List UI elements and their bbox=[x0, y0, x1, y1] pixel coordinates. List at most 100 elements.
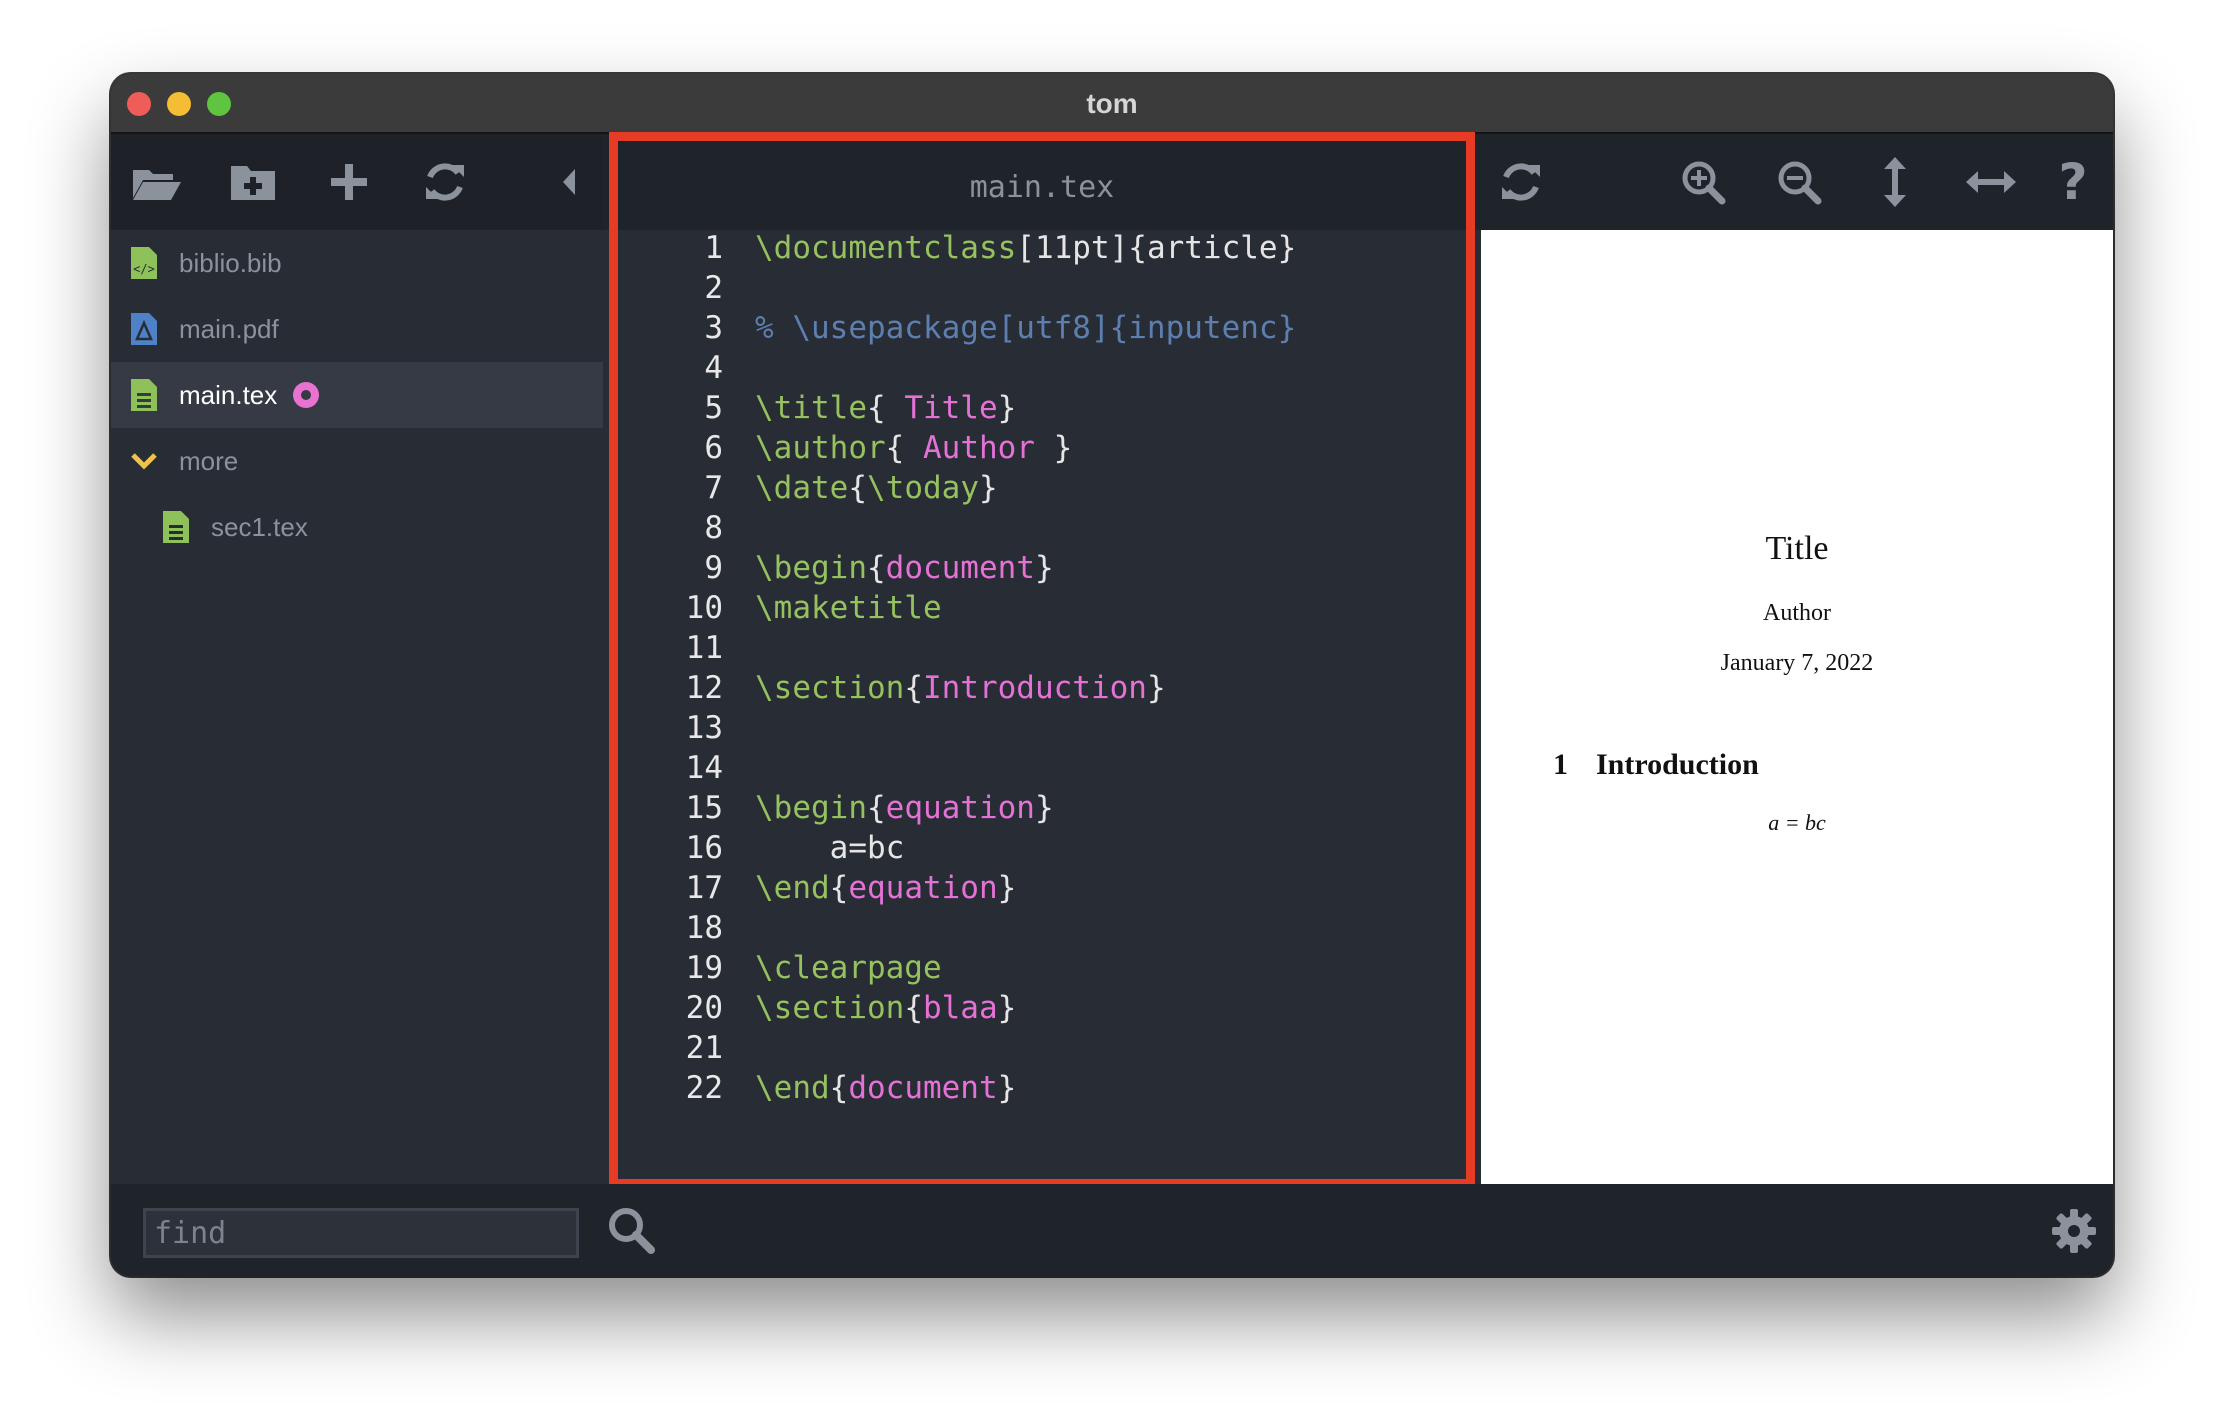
code-line[interactable]: 4 bbox=[603, 350, 1481, 390]
code-line[interactable]: 19 \clearpage bbox=[603, 950, 1481, 990]
fit-width-icon[interactable] bbox=[1965, 158, 2017, 206]
file-label: biblio.bib bbox=[179, 247, 282, 278]
code-line[interactable]: 7 \date{\today} bbox=[603, 470, 1481, 510]
pdf-file-icon bbox=[131, 313, 157, 345]
code-token: { bbox=[866, 390, 886, 426]
file-item-main-tex[interactable]: main.tex bbox=[111, 362, 603, 428]
code-token: \title bbox=[755, 390, 867, 426]
line-number: 2 bbox=[704, 270, 723, 306]
code-line[interactable]: 20 \section{blaa} bbox=[603, 990, 1481, 1030]
file-item-biblio-bib[interactable]: </> biblio.bib bbox=[111, 230, 603, 296]
collapse-arrow-icon[interactable] bbox=[543, 158, 595, 206]
code-token: \maketitle bbox=[755, 590, 942, 626]
code-token: { bbox=[866, 550, 886, 586]
code-token: { bbox=[885, 430, 905, 466]
code-token: { bbox=[848, 470, 867, 506]
file-label: main.pdf bbox=[179, 313, 279, 344]
bottom-bar bbox=[111, 1184, 2113, 1276]
pdf-title: Title bbox=[1765, 530, 1829, 567]
add-icon[interactable] bbox=[323, 158, 375, 206]
file-item-sec1-tex[interactable]: sec1.tex bbox=[111, 494, 603, 560]
code-line[interactable]: 15 \begin{equation} bbox=[603, 790, 1481, 830]
code-line[interactable]: 5 \title{ Title} bbox=[603, 390, 1481, 430]
code-line[interactable]: 16 a=bc bbox=[603, 830, 1481, 870]
code-token: } bbox=[997, 990, 1017, 1026]
refresh-preview-icon[interactable] bbox=[1495, 158, 1547, 206]
svg-text:</>: </> bbox=[133, 262, 155, 276]
help-icon[interactable]: ? bbox=[2047, 153, 2099, 211]
code-token: } bbox=[1146, 670, 1166, 706]
code-token: { bbox=[904, 990, 923, 1026]
code-token: } bbox=[997, 1070, 1017, 1106]
pdf-author: Author bbox=[1763, 600, 1831, 626]
line-number: 20 bbox=[685, 990, 723, 1026]
code-line[interactable]: 10 \maketitle bbox=[603, 590, 1481, 630]
open-folder-icon[interactable] bbox=[131, 158, 183, 206]
code-token: equation bbox=[885, 790, 1035, 826]
file-label: sec1.tex bbox=[211, 511, 308, 542]
zoom-out-icon[interactable] bbox=[1773, 158, 1825, 206]
code-line[interactable]: 18 bbox=[603, 910, 1481, 950]
code-line[interactable]: 22 \end{document} bbox=[603, 1070, 1481, 1110]
code-token: { bbox=[829, 870, 849, 906]
line-number: 5 bbox=[704, 390, 723, 426]
refresh-icon[interactable] bbox=[419, 158, 471, 206]
code-line[interactable]: 2 bbox=[603, 270, 1481, 310]
find-input[interactable] bbox=[143, 1208, 579, 1258]
tex-file-icon bbox=[163, 511, 189, 543]
chevron-down-icon bbox=[131, 453, 157, 470]
fit-height-icon[interactable] bbox=[1869, 157, 1921, 207]
file-tree: </> biblio.bib main.pdf main.tex more se… bbox=[111, 230, 603, 1184]
code-token: \section bbox=[755, 670, 905, 706]
code-token: } bbox=[997, 870, 1017, 906]
code-editor[interactable]: main.tex 1 \documentclass[11pt]{article} … bbox=[603, 134, 1481, 1184]
code-token: } bbox=[978, 470, 998, 506]
line-number: 6 bbox=[704, 430, 723, 466]
line-number: 14 bbox=[685, 750, 723, 786]
code-token: \date bbox=[755, 470, 849, 506]
code-token: { bbox=[829, 1070, 849, 1106]
code-token: } bbox=[1034, 430, 1073, 466]
app-window: tom </> biblio.bib main.pdf main.tex mor… bbox=[111, 74, 2113, 1276]
sidebar-toolbar bbox=[111, 134, 603, 230]
folder-label: more bbox=[179, 445, 239, 476]
line-number: 17 bbox=[685, 870, 723, 906]
zoom-in-icon[interactable] bbox=[1677, 158, 1729, 206]
bib-file-icon: </> bbox=[131, 247, 157, 279]
settings-gear-icon[interactable] bbox=[2051, 1208, 2097, 1259]
code-line[interactable]: 8 bbox=[603, 510, 1481, 550]
code-line[interactable]: 6 \author{ Author } bbox=[603, 430, 1481, 470]
code-line[interactable]: 13 bbox=[603, 710, 1481, 750]
code-line[interactable]: 9 \begin{document} bbox=[603, 550, 1481, 590]
search-icon[interactable] bbox=[607, 1206, 655, 1259]
add-folder-icon[interactable] bbox=[227, 158, 279, 206]
file-item-main-pdf[interactable]: main.pdf bbox=[111, 296, 603, 362]
code-line[interactable]: 1 \documentclass[11pt]{article} bbox=[603, 230, 1481, 270]
code-line[interactable]: 21 bbox=[603, 1030, 1481, 1070]
code-line[interactable]: 14 bbox=[603, 750, 1481, 790]
code-token: } bbox=[997, 390, 1017, 426]
code-comment: % \usepackage[utf8]{inputenc} bbox=[755, 310, 1297, 346]
line-number: 3 bbox=[704, 310, 723, 346]
code-token: Introduction bbox=[922, 670, 1147, 706]
line-number: 12 bbox=[685, 670, 723, 706]
code-line[interactable]: 12 \section{Introduction} bbox=[603, 670, 1481, 710]
title-bar: tom bbox=[111, 74, 2113, 134]
code-token: { bbox=[904, 670, 923, 706]
code-token: document bbox=[848, 1070, 998, 1106]
code-line[interactable]: 3 % \usepackage[utf8]{inputenc} bbox=[603, 310, 1481, 350]
pdf-section-heading: 1 Introduction bbox=[1553, 748, 1759, 782]
code-line[interactable]: 11 bbox=[603, 630, 1481, 670]
line-number: 10 bbox=[685, 590, 723, 626]
code-token: document bbox=[885, 550, 1035, 586]
code-token: \today bbox=[867, 470, 979, 506]
code-token: Author bbox=[904, 430, 1035, 466]
pdf-preview[interactable]: Title Author January 7, 2022 1 Introducti… bbox=[1481, 230, 2113, 1184]
line-number: 19 bbox=[685, 950, 723, 986]
code-line[interactable]: 17 \end{equation} bbox=[603, 870, 1481, 910]
code-token: \clearpage bbox=[755, 950, 942, 986]
pdf-date: January 7, 2022 bbox=[1720, 650, 1874, 676]
code-token: Title bbox=[885, 390, 998, 426]
code-token: \end bbox=[755, 1070, 830, 1106]
folder-item-more[interactable]: more bbox=[111, 428, 603, 494]
